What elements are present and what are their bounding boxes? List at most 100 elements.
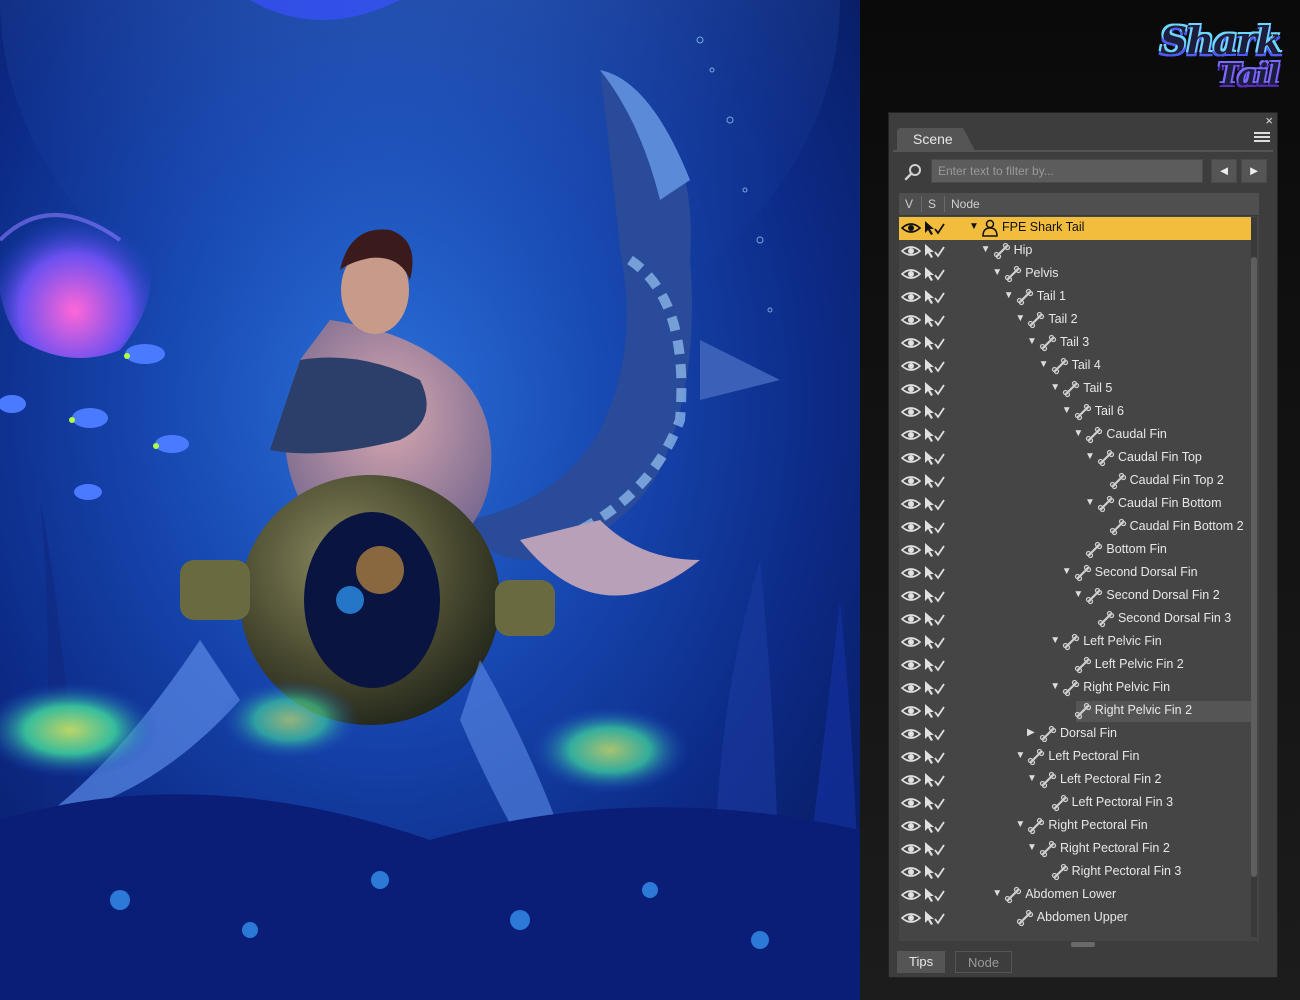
- tree-row[interactable]: ▼ Pelvis: [899, 263, 1255, 286]
- tree-row[interactable]: ▼ FPE Shark Tail: [899, 217, 1255, 240]
- visibility-eye-icon[interactable]: [900, 796, 922, 810]
- selectable-cursor-icon[interactable]: [923, 611, 945, 627]
- visibility-eye-icon[interactable]: [900, 221, 922, 235]
- selectable-cursor-icon[interactable]: [923, 266, 945, 282]
- selectable-cursor-icon[interactable]: [923, 680, 945, 696]
- visibility-eye-icon[interactable]: [900, 382, 922, 396]
- visibility-eye-icon[interactable]: [900, 543, 922, 557]
- tree-row[interactable]: ▼ Tail 3: [899, 332, 1255, 355]
- selectable-cursor-icon[interactable]: [923, 887, 945, 903]
- selectable-cursor-icon[interactable]: [923, 565, 945, 581]
- selectable-cursor-icon[interactable]: [923, 749, 945, 765]
- visibility-eye-icon[interactable]: [900, 589, 922, 603]
- collapse-arrow-icon[interactable]: ▼: [981, 244, 991, 256]
- selectable-cursor-icon[interactable]: [923, 910, 945, 926]
- tree-row[interactable]: ▼ Caudal Fin Top: [899, 447, 1255, 470]
- column-visible[interactable]: V: [905, 193, 913, 215]
- tree-row[interactable]: ▼ Tail 4: [899, 355, 1255, 378]
- visibility-eye-icon[interactable]: [900, 451, 922, 465]
- tree-row[interactable]: Bottom Fin: [899, 539, 1255, 562]
- scrollbar-thumb[interactable]: [1251, 257, 1257, 877]
- selectable-cursor-icon[interactable]: [923, 496, 945, 512]
- selectable-cursor-icon[interactable]: [923, 841, 945, 857]
- column-selectable[interactable]: S: [928, 193, 936, 215]
- tree-row[interactable]: ▼ Right Pelvic Fin: [899, 677, 1255, 700]
- collapse-arrow-icon[interactable]: ▼: [1050, 382, 1060, 394]
- selectable-cursor-icon[interactable]: [923, 657, 945, 673]
- next-match-button[interactable]: ►: [1241, 159, 1267, 183]
- visibility-eye-icon[interactable]: [900, 290, 922, 304]
- visibility-eye-icon[interactable]: [900, 405, 922, 419]
- collapse-arrow-icon[interactable]: ▼: [1050, 635, 1060, 647]
- column-node[interactable]: Node: [951, 193, 980, 215]
- tree-row[interactable]: ▼ Tail 5: [899, 378, 1255, 401]
- tree-row[interactable]: ▼ Tail 1: [899, 286, 1255, 309]
- collapse-arrow-icon[interactable]: ▼: [1027, 773, 1037, 785]
- collapse-arrow-icon[interactable]: ▼: [1027, 842, 1037, 854]
- selectable-cursor-icon[interactable]: [923, 588, 945, 604]
- selectable-cursor-icon[interactable]: [923, 427, 945, 443]
- collapse-arrow-icon[interactable]: ▼: [1073, 589, 1083, 601]
- tree-row[interactable]: ▼ Tail 6: [899, 401, 1255, 424]
- filter-input[interactable]: [931, 159, 1203, 183]
- tree-row[interactable]: Right Pectoral Fin 3: [899, 861, 1255, 884]
- tree-row[interactable]: ▼ Caudal Fin: [899, 424, 1255, 447]
- collapse-arrow-icon[interactable]: ▼: [1015, 819, 1025, 831]
- selectable-cursor-icon[interactable]: [923, 289, 945, 305]
- collapse-arrow-icon[interactable]: ▼: [1004, 290, 1014, 302]
- visibility-eye-icon[interactable]: [900, 497, 922, 511]
- selectable-cursor-icon[interactable]: [923, 795, 945, 811]
- tree-scrollbar[interactable]: [1251, 217, 1257, 937]
- visibility-eye-icon[interactable]: [900, 819, 922, 833]
- tab-tips[interactable]: Tips: [897, 951, 946, 973]
- collapse-arrow-icon[interactable]: ▼: [969, 221, 979, 233]
- collapse-arrow-icon[interactable]: ▼: [1062, 405, 1072, 417]
- tree-row[interactable]: Caudal Fin Top 2: [899, 470, 1255, 493]
- visibility-eye-icon[interactable]: [900, 359, 922, 373]
- node-label-area[interactable]: [995, 241, 1255, 262]
- search-icon[interactable]: [903, 162, 923, 182]
- collapse-arrow-icon[interactable]: ▼: [1039, 359, 1049, 371]
- selectable-cursor-icon[interactable]: [923, 634, 945, 650]
- visibility-eye-icon[interactable]: [900, 520, 922, 534]
- selectable-cursor-icon[interactable]: [923, 864, 945, 880]
- tree-row[interactable]: ▼ Second Dorsal Fin 2: [899, 585, 1255, 608]
- tree-row[interactable]: Caudal Fin Bottom 2: [899, 516, 1255, 539]
- visibility-eye-icon[interactable]: [900, 267, 922, 281]
- tab-scene[interactable]: Scene: [897, 128, 975, 150]
- collapse-arrow-icon[interactable]: ▼: [1073, 428, 1083, 440]
- selectable-cursor-icon[interactable]: [923, 703, 945, 719]
- collapse-arrow-icon[interactable]: ▼: [1027, 336, 1037, 348]
- selectable-cursor-icon[interactable]: [923, 450, 945, 466]
- tree-row[interactable]: ▼ Abdomen Lower: [899, 884, 1255, 907]
- tree-row[interactable]: ▶ Dorsal Fin: [899, 723, 1255, 746]
- selectable-cursor-icon[interactable]: [923, 220, 945, 236]
- selectable-cursor-icon[interactable]: [923, 312, 945, 328]
- resize-grip[interactable]: [1071, 942, 1095, 947]
- visibility-eye-icon[interactable]: [900, 428, 922, 442]
- selectable-cursor-icon[interactable]: [923, 542, 945, 558]
- pane-menu-icon[interactable]: [1254, 130, 1270, 144]
- visibility-eye-icon[interactable]: [900, 658, 922, 672]
- previous-match-button[interactable]: ◄: [1211, 159, 1237, 183]
- tree-row[interactable]: ▼ Tail 2: [899, 309, 1255, 332]
- visibility-eye-icon[interactable]: [900, 474, 922, 488]
- collapse-arrow-icon[interactable]: ▼: [1085, 497, 1095, 509]
- selectable-cursor-icon[interactable]: [923, 381, 945, 397]
- collapse-arrow-icon[interactable]: ▼: [1085, 451, 1095, 463]
- tree-row[interactable]: ▼ Left Pectoral Fin: [899, 746, 1255, 769]
- visibility-eye-icon[interactable]: [900, 244, 922, 258]
- visibility-eye-icon[interactable]: [900, 566, 922, 580]
- selectable-cursor-icon[interactable]: [923, 243, 945, 259]
- selectable-cursor-icon[interactable]: [923, 818, 945, 834]
- selectable-cursor-icon[interactable]: [923, 335, 945, 351]
- tab-node[interactable]: Node: [955, 951, 1013, 973]
- visibility-eye-icon[interactable]: [900, 888, 922, 902]
- tree-row[interactable]: ▼ Caudal Fin Bottom: [899, 493, 1255, 516]
- tree-row[interactable]: ▼ Right Pectoral Fin 2: [899, 838, 1255, 861]
- selectable-cursor-icon[interactable]: [923, 473, 945, 489]
- visibility-eye-icon[interactable]: [900, 842, 922, 856]
- collapse-arrow-icon[interactable]: ▼: [1015, 313, 1025, 325]
- tree-row[interactable]: ▼ Right Pectoral Fin: [899, 815, 1255, 838]
- selectable-cursor-icon[interactable]: [923, 404, 945, 420]
